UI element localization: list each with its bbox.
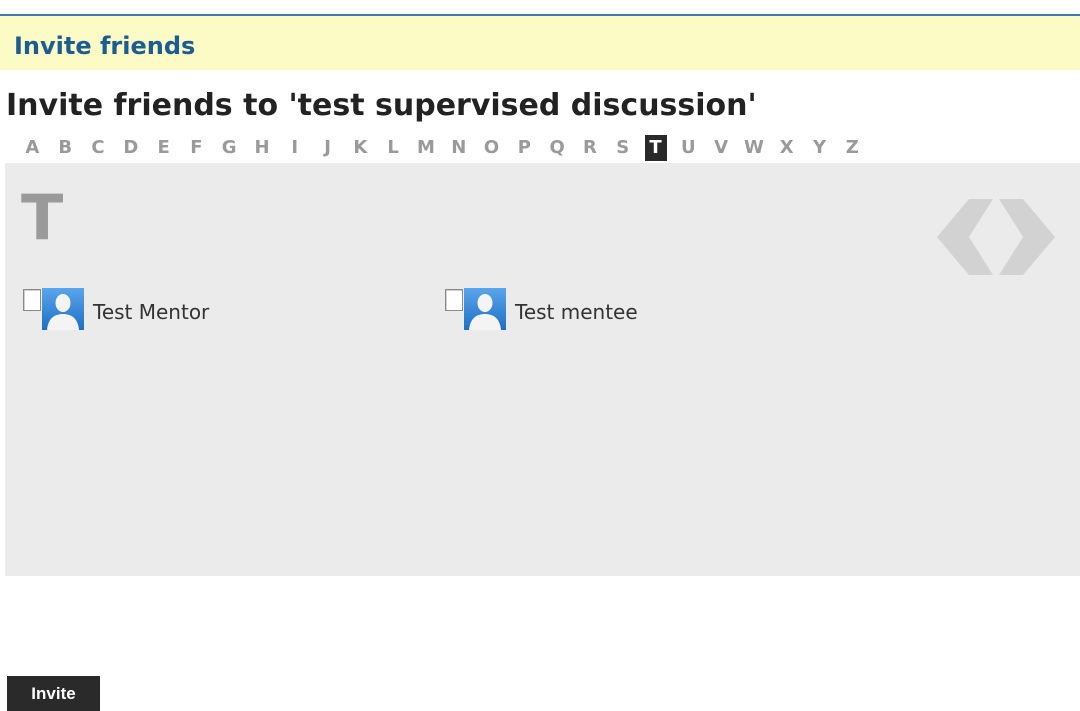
chevron-right-icon[interactable] [999,199,1055,275]
friends-panel: T Test Mentor Test mentee [5,163,1080,576]
friend-checkbox[interactable] [445,289,463,311]
banner-title: Invite friends [14,32,196,60]
alphabet-letter-c[interactable]: C [82,135,115,161]
alphabet-letter-p[interactable]: P [508,135,541,161]
friend-checkbox[interactable] [23,289,41,311]
alphabet-letter-x[interactable]: X [770,135,803,161]
alphabet-letter-e[interactable]: E [147,135,180,161]
alphabet-letter-j[interactable]: J [311,135,344,161]
friend-name: Test Mentor [93,300,210,324]
friend-item-test-mentor: Test Mentor [23,288,209,330]
alphabet-letter-d[interactable]: D [114,135,147,161]
alphabet-letter-r[interactable]: R [574,135,607,161]
page-title: Invite friends to 'test supervised discu… [6,88,757,123]
alphabet-letter-w[interactable]: W [738,135,771,161]
chevron-left-icon[interactable] [937,199,993,275]
alphabet-letter-k[interactable]: K [344,135,377,161]
alphabet-letter-i[interactable]: I [278,135,311,161]
alphabet-letter-h[interactable]: H [246,135,279,161]
alphabet-letter-s[interactable]: S [606,135,639,161]
alphabet-letter-y[interactable]: Y [803,135,836,161]
alphabet-letter-n[interactable]: N [442,135,475,161]
alphabet-letter-v[interactable]: V [705,135,738,161]
invite-button[interactable]: Invite [7,676,100,711]
alphabet-letter-a[interactable]: A [16,135,49,161]
section-letter-heading: T [21,181,64,254]
alphabet-letter-g[interactable]: G [213,135,246,161]
alphabet-letter-l[interactable]: L [377,135,410,161]
alphabet-letter-o[interactable]: O [475,135,508,161]
user-avatar-icon [42,288,84,330]
alphabet-letter-q[interactable]: Q [541,135,574,161]
alphabet-filter: ABCDEFGHIJKLMNOPQRSTUVWXYZ [16,135,869,161]
alphabet-letter-u[interactable]: U [672,135,705,161]
friend-name: Test mentee [515,300,638,324]
alphabet-letter-f[interactable]: F [180,135,213,161]
user-avatar-icon [464,288,506,330]
alphabet-letter-t[interactable]: T [644,135,667,161]
alphabet-letter-z[interactable]: Z [836,135,869,161]
alphabet-letter-b[interactable]: B [49,135,82,161]
pager-nav [937,199,1057,275]
header-banner: Invite friends [0,16,1080,70]
alphabet-letter-m[interactable]: M [410,135,443,161]
friend-item-test-mentee: Test mentee [445,288,638,330]
